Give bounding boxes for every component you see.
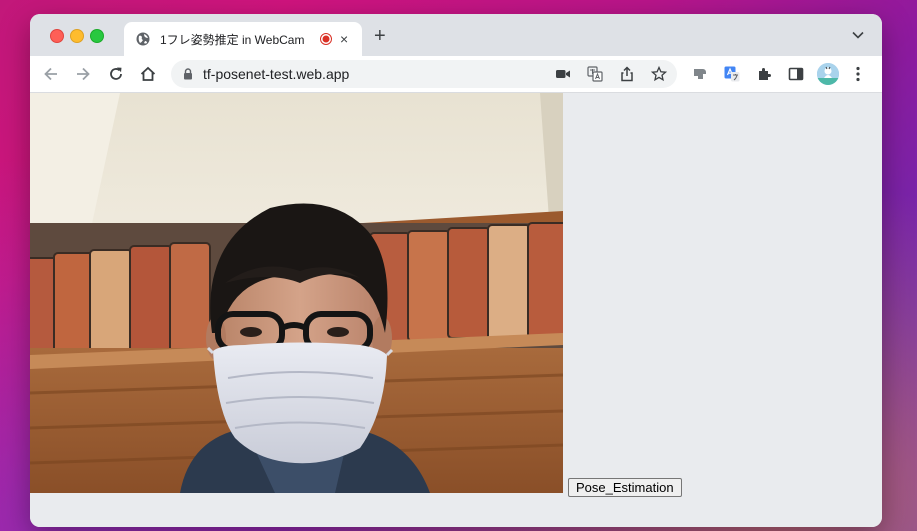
- profile-avatar[interactable]: [817, 63, 839, 85]
- extension-puzzle-gray-icon[interactable]: [692, 66, 708, 82]
- webcam-frame: [30, 93, 563, 493]
- url-text[interactable]: tf-posenet-test.web.app: [203, 66, 349, 82]
- browser-window: 1フレ姿勢推定 in WebCam × + tf-posenet-test.we…: [30, 14, 882, 527]
- globe-icon: [136, 32, 150, 46]
- extensions-puzzle-icon[interactable]: [756, 66, 772, 82]
- pose-estimation-button[interactable]: Pose_Estimation: [568, 478, 682, 497]
- forward-arrow-icon[interactable]: [74, 65, 92, 83]
- zoom-window-button[interactable]: [90, 29, 104, 43]
- translate-icon[interactable]: [587, 66, 603, 82]
- webcam-video: [30, 93, 563, 493]
- share-icon[interactable]: [619, 66, 635, 82]
- tab-strip: 1フレ姿勢推定 in WebCam × +: [30, 14, 882, 56]
- more-menu-icon[interactable]: [856, 66, 860, 82]
- new-tab-button[interactable]: +: [374, 26, 386, 46]
- recording-icon: [320, 33, 332, 45]
- tab-close-icon[interactable]: ×: [340, 31, 348, 47]
- bookmark-star-icon[interactable]: [651, 66, 667, 82]
- back-arrow-icon[interactable]: [42, 65, 60, 83]
- tab-title: 1フレ姿勢推定 in WebCam: [160, 33, 305, 47]
- chevron-down-icon[interactable]: [852, 31, 864, 39]
- lock-icon[interactable]: [183, 68, 193, 80]
- browser-toolbar: tf-posenet-test.web.app: [30, 56, 882, 93]
- page-content: Pose_Estimation: [30, 93, 882, 527]
- minimize-window-button[interactable]: [70, 29, 84, 43]
- home-icon[interactable]: [139, 65, 157, 83]
- camera-in-use-icon[interactable]: [555, 66, 571, 82]
- reload-icon[interactable]: [107, 65, 125, 83]
- google-translate-icon[interactable]: [724, 66, 740, 82]
- close-window-button[interactable]: [50, 29, 64, 43]
- avatar-image: [817, 63, 839, 85]
- active-tab[interactable]: 1フレ姿勢推定 in WebCam ×: [124, 22, 362, 56]
- address-bar[interactable]: tf-posenet-test.web.app: [171, 60, 677, 88]
- side-panel-icon[interactable]: [788, 66, 804, 82]
